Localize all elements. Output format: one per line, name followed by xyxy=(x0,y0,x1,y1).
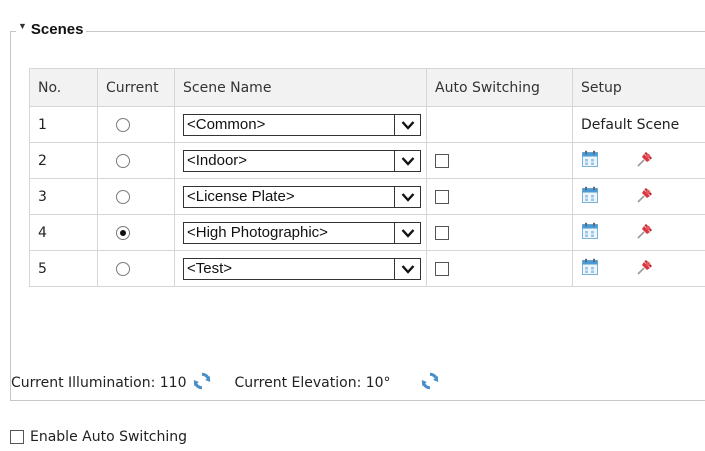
top-strip xyxy=(0,0,705,10)
pushpin-icon[interactable] xyxy=(635,257,655,281)
auto-switching-cell xyxy=(426,106,573,143)
calendar-icon[interactable] xyxy=(581,150,599,172)
table-row: 2 <Indoor> xyxy=(29,142,705,179)
scene-name-cell: <High Photographic> xyxy=(174,214,427,251)
current-scene-radio[interactable] xyxy=(116,225,130,240)
current-cell xyxy=(97,142,175,179)
header-setup: Setup xyxy=(572,68,705,107)
calendar-icon[interactable] xyxy=(581,186,599,208)
scene-name-value: <Indoor> xyxy=(184,151,394,172)
scene-name-select[interactable]: <Test> xyxy=(183,257,421,280)
current-cell xyxy=(97,178,175,215)
scene-name-value: <License Plate> xyxy=(184,187,394,208)
setup-icons xyxy=(581,149,705,173)
chevron-down-icon[interactable] xyxy=(394,186,420,207)
row-number: 2 xyxy=(29,142,98,179)
auto-switching-checkbox[interactable] xyxy=(435,261,449,276)
calendar-icon[interactable] xyxy=(581,258,599,280)
header-scene-name: Scene Name xyxy=(174,68,427,107)
scene-name-value: <Common> xyxy=(184,115,394,136)
auto-switching-cell xyxy=(426,178,573,215)
header-current: Current xyxy=(97,68,175,107)
enable-auto-switching-checkbox[interactable] xyxy=(10,430,24,444)
current-cell xyxy=(97,106,175,143)
pushpin-icon[interactable] xyxy=(635,221,655,245)
auto-switching-cell xyxy=(426,250,573,287)
enable-auto-switching-row[interactable]: Enable Auto Switching xyxy=(10,429,187,445)
scene-name-value: <Test> xyxy=(184,259,394,280)
row-number: 5 xyxy=(29,250,98,287)
current-scene-radio[interactable] xyxy=(116,117,130,132)
table-header-row: No. Current Scene Name Auto Switching Se… xyxy=(29,68,705,107)
current-scene-radio[interactable] xyxy=(116,261,130,276)
table-row: 3 <License Plate> xyxy=(29,178,705,215)
scene-name-value: <High Photographic> xyxy=(184,223,394,244)
row-number: 4 xyxy=(29,214,98,251)
setup-cell xyxy=(572,214,705,251)
scene-name-cell: <Common> xyxy=(174,106,427,143)
triangle-down-icon[interactable]: ▼ xyxy=(18,21,27,31)
setup-icons xyxy=(581,221,705,245)
default-scene-label: Default Scene xyxy=(581,116,680,133)
chevron-down-icon[interactable] xyxy=(394,150,420,171)
auto-switching-checkbox[interactable] xyxy=(435,225,449,240)
refresh-icon[interactable] xyxy=(421,372,439,394)
header-auto-switching: Auto Switching xyxy=(426,68,573,107)
auto-switching-checkbox[interactable] xyxy=(435,153,449,168)
chevron-down-icon[interactable] xyxy=(394,114,420,135)
table-row: 1 <Common> Default Scene xyxy=(29,106,705,143)
row-number: 1 xyxy=(29,106,98,143)
current-cell xyxy=(97,214,175,251)
setup-cell: Default Scene xyxy=(572,106,705,143)
auto-switching-cell xyxy=(426,142,573,179)
scene-name-select[interactable]: <Indoor> xyxy=(183,149,421,172)
current-scene-radio[interactable] xyxy=(116,189,130,204)
auto-switching-checkbox[interactable] xyxy=(435,189,449,204)
pushpin-icon[interactable] xyxy=(635,149,655,173)
setup-icons xyxy=(581,257,705,281)
setup-cell xyxy=(572,178,705,215)
scene-name-select[interactable]: <License Plate> xyxy=(183,185,421,208)
setup-cell xyxy=(572,250,705,287)
chevron-down-icon[interactable] xyxy=(394,222,420,243)
enable-auto-switching-label: Enable Auto Switching xyxy=(30,429,188,445)
setup-icons xyxy=(581,185,705,209)
scene-name-cell: <License Plate> xyxy=(174,178,427,215)
scene-name-cell: <Test> xyxy=(174,250,427,287)
illumination-label: Current Illumination: 110 xyxy=(11,375,187,391)
current-scene-radio[interactable] xyxy=(116,153,130,168)
row-number: 3 xyxy=(29,178,98,215)
scene-name-select[interactable]: <Common> xyxy=(183,113,421,136)
scene-name-select[interactable]: <High Photographic> xyxy=(183,221,421,244)
header-no: No. xyxy=(29,68,98,107)
chevron-down-icon[interactable] xyxy=(394,258,420,279)
scene-name-cell: <Indoor> xyxy=(174,142,427,179)
status-row: Current Illumination: 110 Current Elevat… xyxy=(11,372,439,394)
setup-cell xyxy=(572,142,705,179)
table-row: 5 <Test> xyxy=(29,250,705,287)
scenes-title: Scenes xyxy=(30,21,84,38)
auto-switching-cell xyxy=(426,214,573,251)
pushpin-icon[interactable] xyxy=(635,185,655,209)
elevation-label: Current Elevation: 10° xyxy=(234,375,391,391)
scenes-table: No. Current Scene Name Auto Switching Se… xyxy=(29,68,705,287)
scenes-legend[interactable]: ▼ Scenes xyxy=(16,21,87,38)
current-cell xyxy=(97,250,175,287)
calendar-icon[interactable] xyxy=(581,222,599,244)
refresh-icon[interactable] xyxy=(193,372,211,394)
table-row: 4 <High Photographic> xyxy=(29,214,705,251)
